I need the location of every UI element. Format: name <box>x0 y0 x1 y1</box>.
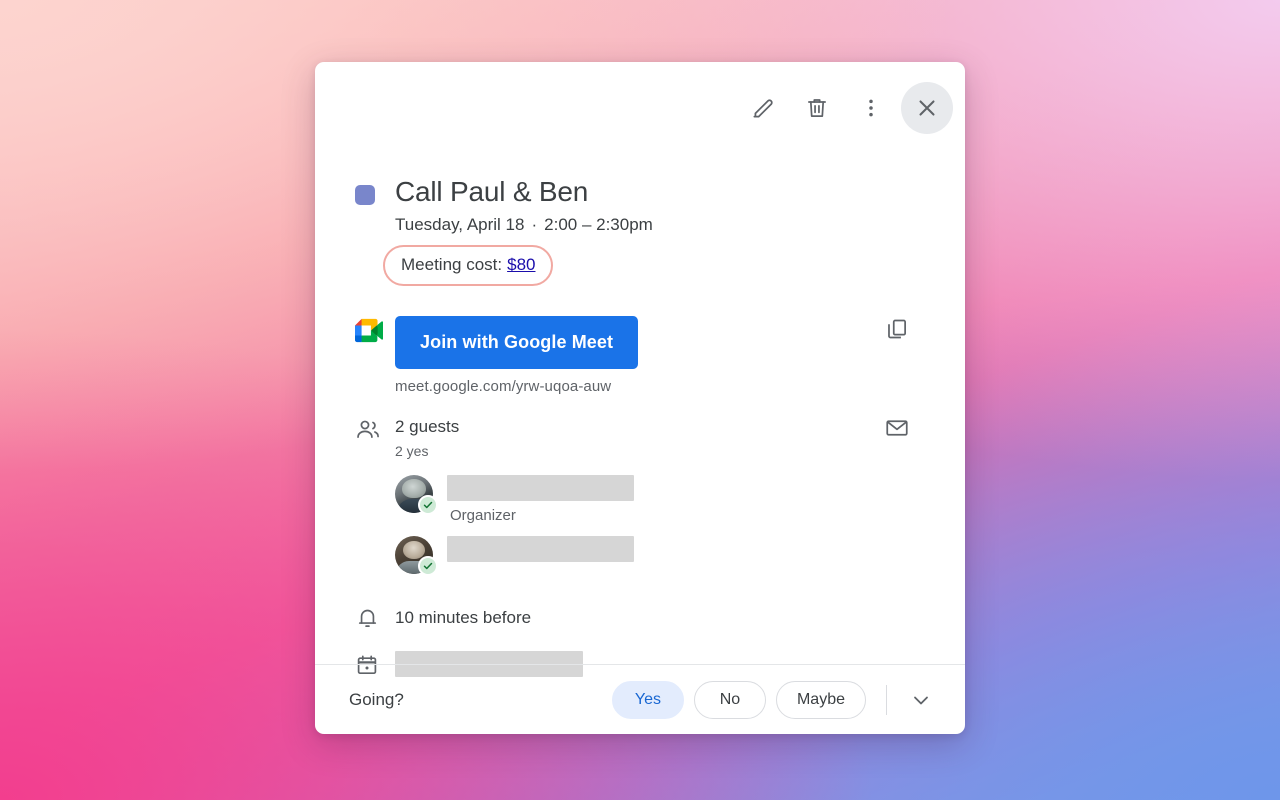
guests-row: 2 guests 2 yes Organizer <box>315 415 965 584</box>
copy-link-button[interactable] <box>869 316 925 342</box>
organizer-label: Organizer <box>450 507 516 524</box>
dialog-action-bar <box>739 72 953 144</box>
three-dot-menu-icon <box>869 99 873 117</box>
google-meet-icon <box>355 318 383 343</box>
copy-icon <box>888 319 906 339</box>
check-icon <box>423 501 433 509</box>
list-item[interactable] <box>395 536 869 576</box>
reminder-row: 10 minutes before <box>315 604 965 631</box>
meeting-cost-label: Meeting cost: <box>401 255 503 274</box>
more-options-button[interactable] <box>847 84 895 132</box>
meet-url[interactable]: meet.google.com/yrw-uqoa-auw <box>395 378 869 395</box>
event-title: Call Paul & Ben <box>395 176 589 207</box>
guest-text <box>447 536 634 562</box>
list-item[interactable]: Organizer <box>395 475 869 526</box>
rsvp-no-button[interactable]: No <box>693 680 766 719</box>
email-guests-button[interactable] <box>869 415 925 441</box>
avatar-wrap <box>395 536 438 576</box>
footer-divider <box>886 684 887 715</box>
edit-button[interactable] <box>739 84 787 132</box>
rsvp-maybe-button[interactable]: Maybe <box>775 680 866 719</box>
rsvp-footer: Going? Yes No Maybe <box>315 664 965 734</box>
dialog-body: Call Paul & Ben Tuesday, April 18 · 2:00 –… <box>315 174 965 677</box>
reminder-icon-wrap <box>355 604 395 631</box>
check-icon <box>423 562 433 570</box>
google-meet-icon-wrap <box>355 316 395 343</box>
meeting-cost-pill[interactable]: Meeting cost: $80 <box>383 245 554 286</box>
event-color-chip-wrap <box>355 174 395 205</box>
people-icon <box>357 420 379 439</box>
delete-button[interactable] <box>793 84 841 132</box>
guest-name-redacted <box>447 475 634 501</box>
close-icon <box>919 100 935 116</box>
rsvp-button-group: Yes No Maybe <box>611 680 941 720</box>
event-date: Tuesday, April 18 <box>395 215 525 234</box>
meeting-cost-link[interactable]: $80 <box>507 254 535 276</box>
guests-count: 2 guests <box>395 417 460 436</box>
event-datetime: Tuesday, April 18 · 2:00 – 2:30pm <box>395 213 869 237</box>
guest-text: Organizer <box>447 475 634 526</box>
bell-icon <box>358 609 377 627</box>
guest-name-redacted <box>447 536 634 562</box>
conference-row: Join with Google Meet meet.google.com/yr… <box>315 316 965 395</box>
going-prompt: Going? <box>349 689 404 709</box>
guests-rsvp-summary: 2 yes <box>395 443 429 459</box>
close-button[interactable] <box>901 82 953 134</box>
trash-icon <box>808 99 826 117</box>
join-google-meet-button[interactable]: Join with Google Meet <box>395 316 639 369</box>
avatar-wrap <box>395 475 438 515</box>
reminder-text: 10 minutes before <box>395 607 532 627</box>
event-color-chip <box>355 185 375 205</box>
event-details-dialog: Call Paul & Ben Tuesday, April 18 · 2:00 –… <box>315 62 965 734</box>
rsvp-more-button[interactable] <box>901 680 941 720</box>
rsvp-yes-badge <box>418 556 438 576</box>
email-icon <box>886 420 908 436</box>
datetime-separator: · <box>531 215 538 234</box>
rsvp-yes-badge <box>418 495 438 515</box>
event-time: 2:00 – 2:30pm <box>544 215 653 234</box>
pencil-icon <box>753 99 773 118</box>
chevron-down-icon <box>914 696 928 704</box>
event-header-row: Call Paul & Ben Tuesday, April 18 · 2:00 –… <box>315 174 965 286</box>
guests-icon-wrap <box>355 415 395 443</box>
rsvp-yes-button[interactable]: Yes <box>611 680 684 719</box>
guest-list: Organizer <box>395 475 869 576</box>
